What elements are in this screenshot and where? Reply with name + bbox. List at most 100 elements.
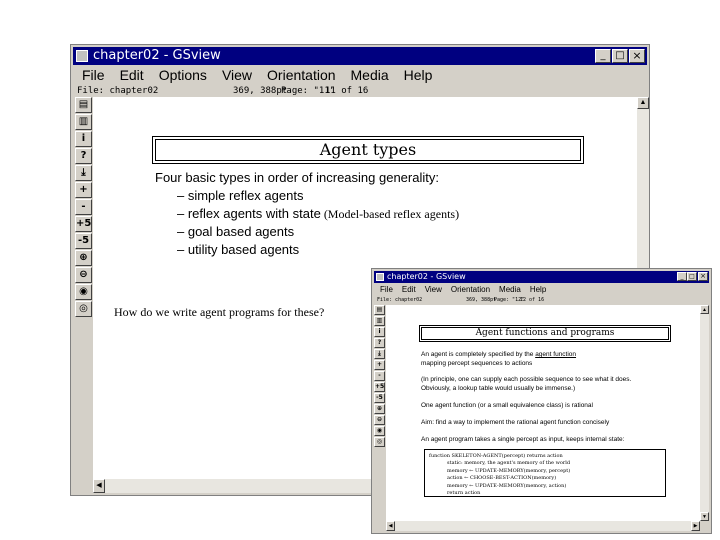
list-item: – simple reflex agents	[177, 187, 459, 205]
find-icon[interactable]: ◎	[374, 437, 385, 447]
document-view[interactable]: Agent functions and programs An agent is…	[386, 305, 700, 521]
pseudocode-box: function SKELETON-AGENT(percept) returns…	[424, 449, 666, 497]
paragraph-definition: An agent is completely specified by the …	[421, 350, 576, 368]
slide-question: How do we write agent programs for these…	[114, 305, 325, 319]
code-line: return action	[447, 490, 481, 497]
status-file: File: chapter02	[77, 86, 159, 96]
next-page-icon[interactable]: +	[374, 360, 385, 370]
title-bar[interactable]: chapter02 - GSview _ □ ×	[73, 47, 647, 65]
list-item-text: – utility based agents	[177, 242, 300, 257]
vertical-scrollbar[interactable]: ▲ ▼	[700, 305, 709, 521]
paragraph-principle: (In principle, one can supply each possi…	[421, 375, 631, 393]
scroll-left-icon[interactable]: ◀	[386, 521, 395, 531]
zoom-in-icon[interactable]: ⊕	[374, 404, 385, 414]
list-item: – utility based agents	[177, 241, 459, 259]
info-icon[interactable]: i	[374, 327, 385, 337]
code-line: memory ← UPDATE-MEMORY(memory, action)	[447, 482, 567, 489]
paragraph-text: An agent is completely specified by the	[421, 351, 536, 358]
menu-help[interactable]: Help	[530, 283, 546, 296]
info-icon[interactable]: i	[75, 131, 92, 147]
code-line: action ← CHOOSE-BEST-ACTION(memory)	[447, 475, 557, 482]
tool-bar: ▤ ▥ i ? ⤓ + - +5 -5 ⊕ ⊖ ◉ ◎	[373, 305, 386, 519]
tool-bar: ▤ ▥ i ? ⤓ + - +5 -5 ⊕ ⊖ ◉ ◎	[73, 97, 93, 477]
minimize-button[interactable]: _	[677, 272, 687, 281]
open-file-icon[interactable]: ▤	[75, 97, 92, 113]
next-page-icon[interactable]: +	[75, 182, 92, 198]
maximize-button[interactable]: □	[687, 272, 697, 281]
help-icon[interactable]: ?	[75, 148, 92, 164]
paragraph-rational: One agent function (or a small equivalen…	[421, 402, 593, 409]
code-line: function SKELETON-AGENT(percept) returns…	[429, 453, 563, 459]
menu-edit[interactable]: Edit	[402, 283, 416, 296]
menu-bar: File Edit Options View Orientation Media…	[73, 65, 647, 85]
menu-edit[interactable]: Edit	[120, 65, 144, 85]
list-item: – goal based agents	[177, 223, 459, 241]
gsview-window-secondary: chapter02 - GSview _ □ × File Edit View …	[371, 268, 712, 534]
menu-bar: File Edit View Orientation Media Help	[374, 283, 709, 296]
prev-page-icon[interactable]: -	[374, 371, 385, 381]
print-icon[interactable]: ▥	[75, 114, 92, 130]
maximize-button[interactable]: □	[612, 49, 628, 63]
goto-page-icon[interactable]: ⤓	[75, 165, 92, 181]
menu-help[interactable]: Help	[404, 65, 433, 85]
goto-page-icon[interactable]: ⤓	[374, 349, 385, 359]
list-item-note: (Model-based reflex agents)	[320, 207, 460, 221]
agent-type-list: – simple reflex agents – reflex agents w…	[177, 187, 459, 259]
menu-file[interactable]: File	[82, 65, 105, 85]
minimize-button[interactable]: _	[595, 49, 611, 63]
scroll-left-icon[interactable]: ◀	[93, 479, 105, 493]
menu-view[interactable]: View	[425, 283, 442, 296]
list-item-text: – simple reflex agents	[177, 188, 304, 203]
app-icon	[76, 50, 88, 62]
list-item-text: – reflex agents with state	[177, 206, 321, 221]
paragraph-text: mapping percept sequences to actions	[421, 360, 533, 367]
skip-forward-icon[interactable]: +5	[75, 216, 92, 232]
skip-forward-icon[interactable]: +5	[374, 382, 385, 392]
slide-title: Agent functions and programs	[419, 325, 671, 342]
paragraph-program: An agent program takes a single percept …	[421, 436, 625, 443]
skip-back-icon[interactable]: -5	[374, 393, 385, 403]
magnify-icon[interactable]: ◉	[374, 426, 385, 436]
status-line: File: chapter02 369, 388pt Page: "12" 12…	[374, 296, 709, 305]
status-coords: 369, 388pt	[466, 297, 497, 303]
menu-options[interactable]: Options	[159, 65, 207, 85]
zoom-out-icon[interactable]: ⊖	[374, 415, 385, 425]
status-file: File: chapter02	[377, 297, 423, 303]
list-item-text: – goal based agents	[177, 224, 295, 239]
title-bar[interactable]: chapter02 - GSview _ □ ×	[374, 271, 709, 283]
window-title: chapter02 - GSview	[387, 272, 466, 281]
slide-lead-text: Four basic types in order of increasing …	[155, 170, 439, 185]
code-line: static: memory, the agent's memory of th…	[447, 460, 571, 467]
skip-back-icon[interactable]: -5	[75, 233, 92, 249]
horizontal-scrollbar[interactable]: ◀ ▶	[386, 521, 700, 531]
menu-view[interactable]: View	[222, 65, 252, 85]
slide-title: Agent types	[152, 136, 584, 164]
find-icon[interactable]: ◎	[75, 301, 92, 317]
scroll-up-icon[interactable]: ▲	[700, 305, 709, 314]
paragraph-text: (In principle, one can supply each possi…	[421, 376, 632, 383]
window-title: chapter02 - GSview	[93, 48, 221, 63]
zoom-out-icon[interactable]: ⊖	[75, 267, 92, 283]
status-page-count: 12 of 16	[520, 297, 545, 303]
menu-orientation[interactable]: Orientation	[451, 283, 490, 296]
zoom-in-icon[interactable]: ⊕	[75, 250, 92, 266]
scroll-up-icon[interactable]: ▲	[637, 97, 649, 109]
paragraph-aim: Aim: find a way to implement the rationa…	[421, 419, 610, 426]
paragraph-text: Obviously, a lookup table would usually …	[421, 385, 576, 392]
open-file-icon[interactable]: ▤	[374, 305, 385, 315]
help-icon[interactable]: ?	[374, 338, 385, 348]
scroll-down-icon[interactable]: ▼	[700, 512, 709, 521]
scroll-right-icon[interactable]: ▶	[691, 521, 700, 531]
close-button[interactable]: ×	[698, 272, 708, 281]
print-icon[interactable]: ▥	[374, 316, 385, 326]
menu-media[interactable]: Media	[499, 283, 521, 296]
menu-media[interactable]: Media	[351, 65, 389, 85]
app-icon	[376, 273, 384, 281]
menu-orientation[interactable]: Orientation	[267, 65, 335, 85]
list-item: – reflex agents with state (Model-based …	[177, 205, 459, 223]
menu-file[interactable]: File	[380, 283, 393, 296]
agent-function-term: agent function	[535, 351, 577, 358]
close-button[interactable]: ×	[629, 49, 645, 63]
prev-page-icon[interactable]: -	[75, 199, 92, 215]
magnify-icon[interactable]: ◉	[75, 284, 92, 300]
